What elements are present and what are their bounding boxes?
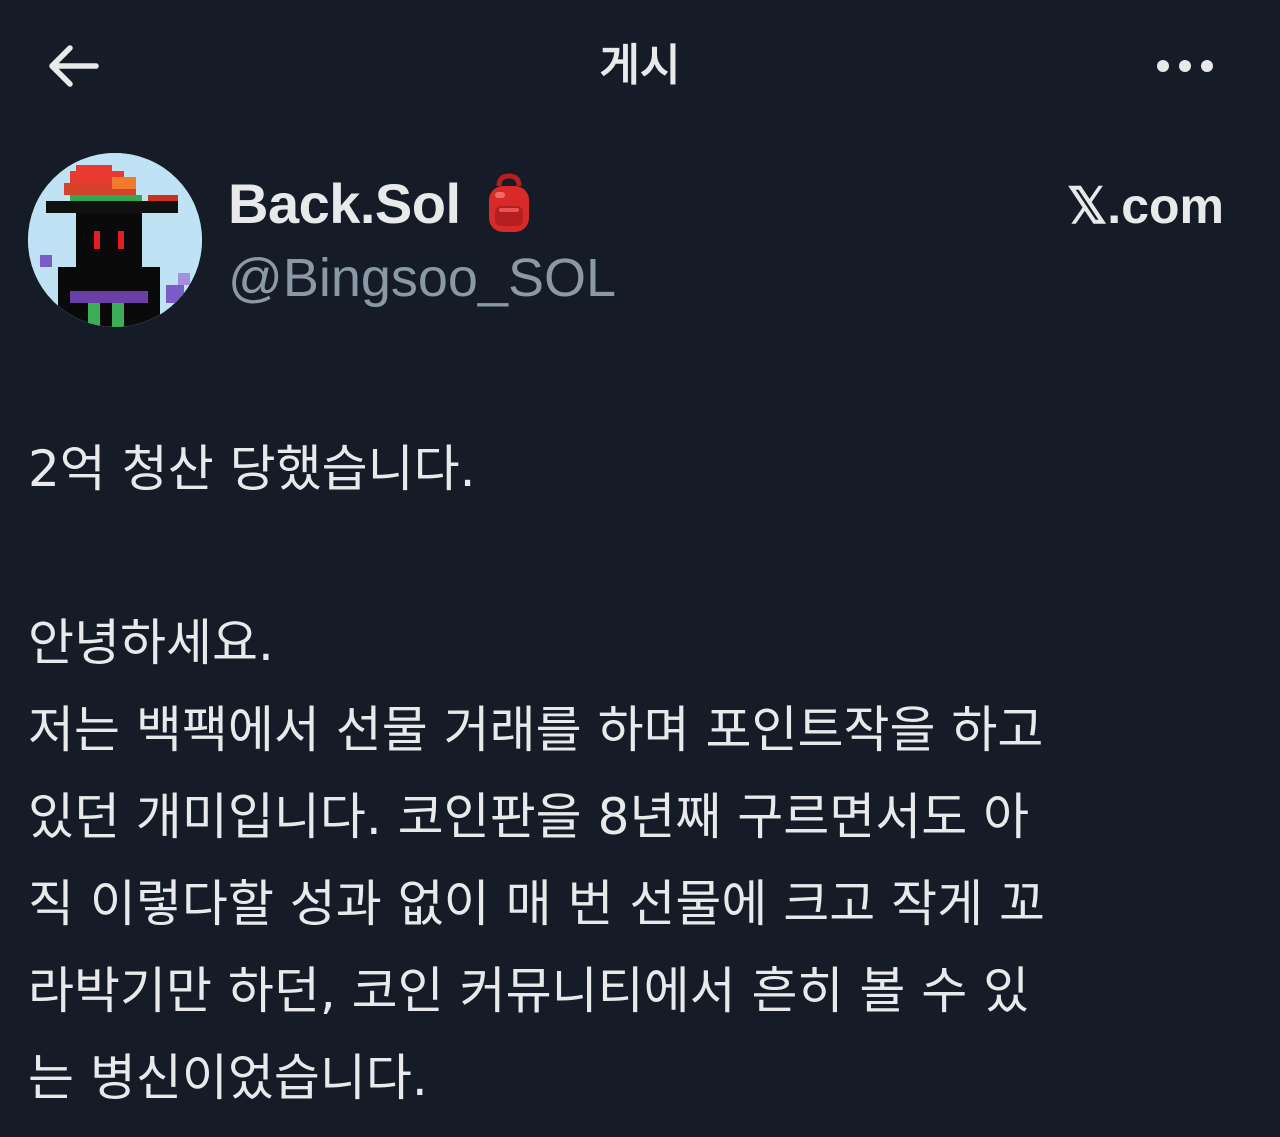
post-headline: 2억 청산 당했습니다. <box>28 440 476 498</box>
post-line: 직 이렇다할 성과 없이 매 번 선물에 크고 작게 꼬 <box>28 875 1046 933</box>
more-dots-icon <box>1157 60 1213 72</box>
author-row: Back.Sol @Bingsoo_SOL 𝕏.com <box>0 150 1280 340</box>
avatar[interactable] <box>28 153 202 327</box>
source-label: 𝕏.com <box>1067 178 1224 234</box>
display-name-row: Back.Sol <box>228 172 537 236</box>
top-bar: 게시 <box>0 0 1280 130</box>
post-body: 2억 청산 당했습니다. 안녕하세요. 저는 백팩에서 선물 거래를 하며 포인… <box>28 426 1258 1122</box>
wizard-avatar-icon <box>28 153 202 327</box>
post-line: 안녕하세요. <box>28 614 274 672</box>
post-line: 라박기만 하던, 코인 커뮤니티에서 흔히 볼 수 있 <box>28 962 1030 1020</box>
more-button[interactable] <box>1150 40 1220 92</box>
backpack-icon <box>481 172 537 236</box>
page-title: 게시 <box>599 40 681 91</box>
post-line: 저는 백팩에서 선물 거래를 하며 포인트작을 하고 <box>28 701 1044 759</box>
post-line: 는 병신이었습니다. <box>28 1049 428 1107</box>
user-handle[interactable]: @Bingsoo_SOL <box>228 246 616 310</box>
display-name[interactable]: Back.Sol <box>228 172 461 236</box>
post-line: 있던 개미입니다. 코인판을 8년째 구르면서도 아 <box>28 788 1030 846</box>
